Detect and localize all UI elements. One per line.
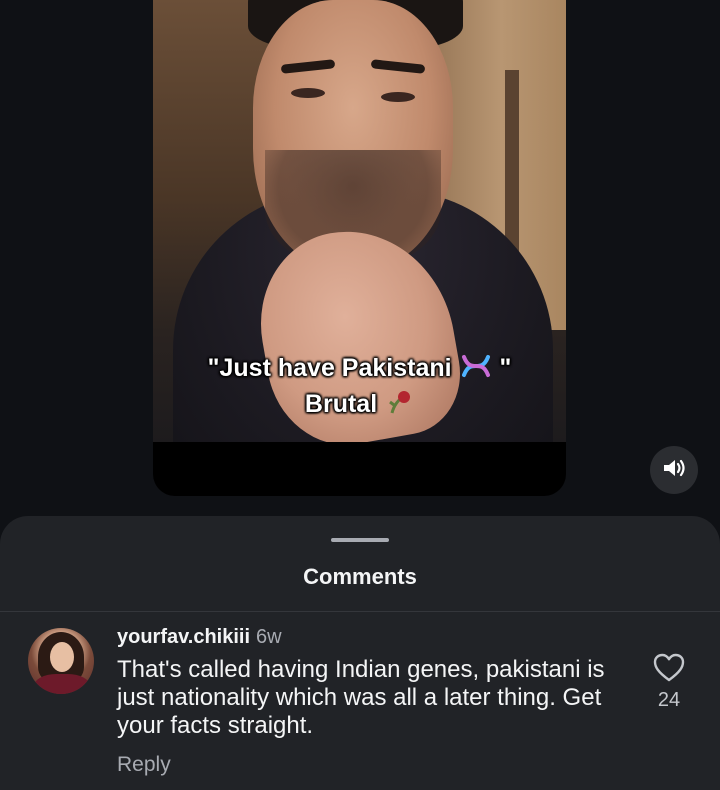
like-button[interactable] xyxy=(652,652,686,684)
speaker-on-icon xyxy=(662,457,686,484)
video-caption: "Just have Pakistani " Brutal xyxy=(153,352,566,424)
avatar-shirt xyxy=(34,674,90,694)
dna-icon xyxy=(461,353,491,388)
video-subject-eye xyxy=(381,92,415,102)
comment-age: 6w xyxy=(256,626,282,648)
comment-header: yourfav.chikiii 6w xyxy=(117,626,282,649)
avatar-face xyxy=(50,642,74,672)
video-subject-eye xyxy=(291,88,325,98)
video-player[interactable]: "Just have Pakistani " Brutal xyxy=(153,0,566,496)
reply-button[interactable]: Reply xyxy=(117,753,171,777)
video-caption-text-1: "Just have Pakistani xyxy=(207,354,452,382)
comment-text: That's called having Indian genes, pakis… xyxy=(117,656,605,739)
wilted-rose-icon xyxy=(386,389,412,424)
avatar[interactable] xyxy=(28,628,94,694)
video-caption-line-1: "Just have Pakistani " xyxy=(153,352,566,388)
heart-icon xyxy=(652,653,686,688)
screen: "Just have Pakistani " Brutal Comments y… xyxy=(0,0,720,790)
comment-username[interactable]: yourfav.chikiii xyxy=(117,626,250,648)
video-frame: "Just have Pakistani " Brutal xyxy=(153,0,566,442)
sheet-drag-handle[interactable] xyxy=(331,538,389,542)
video-caption-line-2: Brutal xyxy=(153,388,566,424)
like-count: 24 xyxy=(657,689,681,711)
comment-item: yourfav.chikiii 6w That's called having I… xyxy=(0,612,720,790)
comments-title: Comments xyxy=(303,564,417,589)
sound-toggle-button[interactable] xyxy=(650,446,698,494)
comments-sheet: Comments yourfav.chikiii 6w That's called… xyxy=(0,516,720,790)
video-caption-quote-close: " xyxy=(499,354,512,382)
video-caption-text-2: Brutal xyxy=(304,390,378,418)
